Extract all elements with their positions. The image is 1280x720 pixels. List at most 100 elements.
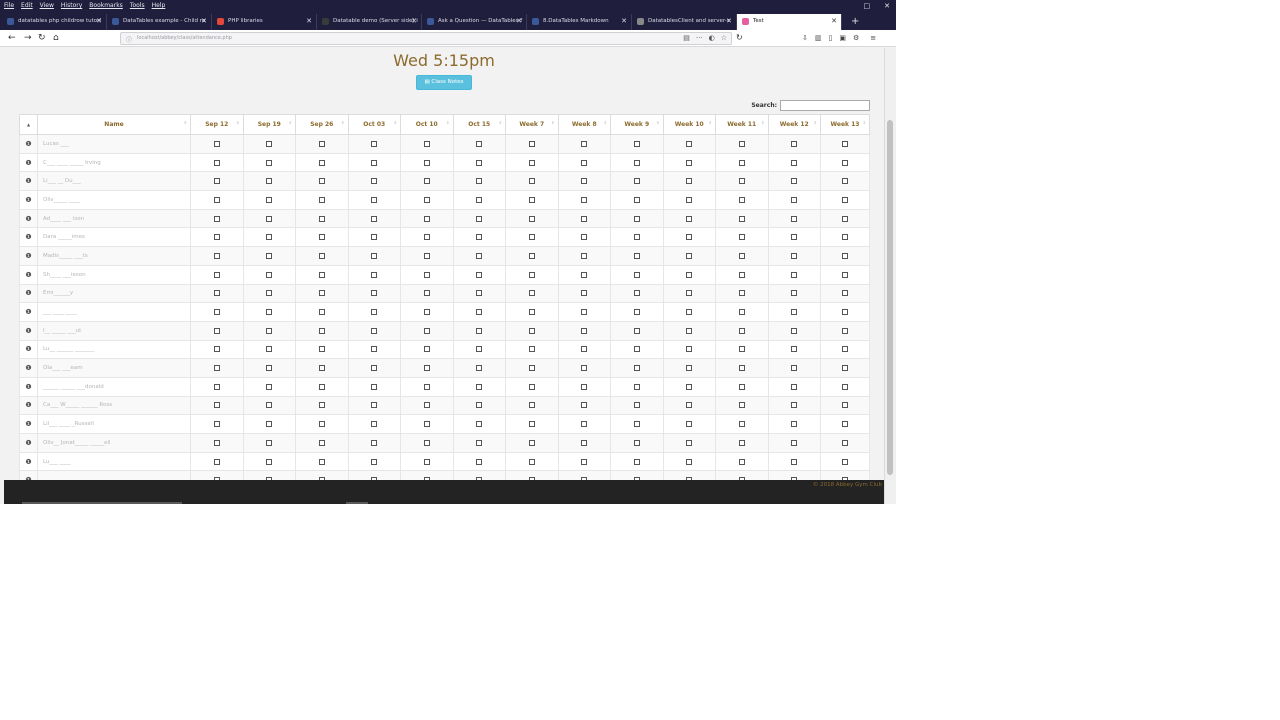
attendance-checkbox[interactable] <box>266 290 273 297</box>
attendance-checkbox[interactable] <box>213 252 220 259</box>
menu-icon[interactable]: ≡ <box>870 32 876 44</box>
attendance-checkbox[interactable] <box>213 383 220 390</box>
attendance-checkbox[interactable] <box>686 402 693 409</box>
attendance-checkbox[interactable] <box>581 234 588 241</box>
attendance-checkbox[interactable] <box>266 271 273 278</box>
browser-tab[interactable]: Test ✕ <box>737 14 842 30</box>
attendance-checkbox[interactable] <box>738 196 745 203</box>
attendance-checkbox[interactable] <box>738 309 745 316</box>
menu-item[interactable]: View <box>40 1 54 11</box>
attendance-checkbox[interactable] <box>423 458 430 465</box>
page-actions-icon[interactable]: ··· <box>696 33 703 44</box>
attendance-checkbox[interactable] <box>738 402 745 409</box>
attendance-checkbox[interactable] <box>423 327 430 334</box>
attendance-checkbox[interactable] <box>791 421 798 428</box>
attendance-checkbox[interactable] <box>213 196 220 203</box>
attendance-checkbox[interactable] <box>423 290 430 297</box>
close-tab-icon[interactable]: ✕ <box>831 14 837 29</box>
attendance-checkbox[interactable] <box>686 439 693 446</box>
scrollbar-thumb[interactable] <box>887 120 893 475</box>
attendance-checkbox[interactable] <box>318 402 325 409</box>
attendance-checkbox[interactable] <box>686 458 693 465</box>
attendance-checkbox[interactable] <box>791 234 798 241</box>
attendance-checkbox[interactable] <box>791 140 798 147</box>
attendance-checkbox[interactable] <box>842 215 848 222</box>
attendance-checkbox[interactable] <box>318 178 325 185</box>
url-bar[interactable]: ⓘ localhost/abbey/class/attendance.php ▤… <box>120 32 732 45</box>
attendance-checkbox[interactable] <box>528 309 535 316</box>
column-header[interactable]: Week 11 ⇕ <box>715 114 769 135</box>
attendance-checkbox[interactable] <box>633 458 640 465</box>
attendance-checkbox[interactable] <box>633 421 640 428</box>
attendance-checkbox[interactable] <box>318 309 325 316</box>
attendance-checkbox[interactable] <box>318 159 325 166</box>
attendance-checkbox[interactable] <box>213 309 220 316</box>
attendance-checkbox[interactable] <box>633 159 640 166</box>
attendance-checkbox[interactable] <box>528 458 535 465</box>
attendance-checkbox[interactable] <box>528 252 535 259</box>
attendance-checkbox[interactable] <box>842 196 848 203</box>
attendance-checkbox[interactable] <box>686 215 693 222</box>
info-icon[interactable]: ❶ <box>19 171 38 192</box>
attendance-checkbox[interactable] <box>371 346 378 353</box>
attendance-checkbox[interactable] <box>581 327 588 334</box>
attendance-checkbox[interactable] <box>318 215 325 222</box>
attendance-checkbox[interactable] <box>738 252 745 259</box>
attendance-checkbox[interactable] <box>581 421 588 428</box>
attendance-checkbox[interactable] <box>423 271 430 278</box>
info-icon[interactable]: ❶ <box>19 433 38 453</box>
attendance-checkbox[interactable] <box>318 196 325 203</box>
attendance-checkbox[interactable] <box>686 252 693 259</box>
attendance-checkbox[interactable] <box>423 402 430 409</box>
attendance-checkbox[interactable] <box>528 402 535 409</box>
attendance-checkbox[interactable] <box>842 309 848 316</box>
close-tab-icon[interactable]: ✕ <box>411 14 417 29</box>
info-icon[interactable]: ❶ <box>19 451 38 472</box>
info-icon[interactable]: ❶ <box>19 208 38 229</box>
attendance-checkbox[interactable] <box>842 439 848 446</box>
menu-item[interactable]: Help <box>152 1 166 11</box>
attendance-checkbox[interactable] <box>423 346 430 353</box>
attendance-checkbox[interactable] <box>738 365 745 372</box>
attendance-checkbox[interactable] <box>476 196 483 203</box>
column-header[interactable]: Week 8 ⇕ <box>557 114 611 135</box>
attendance-checkbox[interactable] <box>423 196 430 203</box>
attendance-checkbox[interactable] <box>738 327 745 334</box>
attendance-checkbox[interactable] <box>423 383 430 390</box>
attendance-checkbox[interactable] <box>213 215 220 222</box>
attendance-checkbox[interactable] <box>686 365 693 372</box>
menu-item[interactable]: File <box>4 1 14 11</box>
column-header[interactable]: Week 12 ⇕ <box>767 114 821 135</box>
attendance-checkbox[interactable] <box>633 327 640 334</box>
attendance-checkbox[interactable] <box>842 458 848 465</box>
attendance-checkbox[interactable] <box>423 309 430 316</box>
attendance-checkbox[interactable] <box>528 365 535 372</box>
attendance-checkbox[interactable] <box>686 327 693 334</box>
attendance-checkbox[interactable] <box>842 346 848 353</box>
attendance-checkbox[interactable] <box>581 365 588 372</box>
attendance-checkbox[interactable] <box>528 327 535 334</box>
attendance-checkbox[interactable] <box>318 421 325 428</box>
attendance-checkbox[interactable] <box>371 215 378 222</box>
attendance-checkbox[interactable] <box>581 439 588 446</box>
info-icon[interactable]: ❶ <box>19 246 38 266</box>
menu-item[interactable]: Tools <box>130 1 145 11</box>
attendance-checkbox[interactable] <box>581 196 588 203</box>
attendance-checkbox[interactable] <box>528 346 535 353</box>
attendance-checkbox[interactable] <box>371 178 378 185</box>
attendance-checkbox[interactable] <box>423 252 430 259</box>
attendance-checkbox[interactable] <box>528 421 535 428</box>
attendance-checkbox[interactable] <box>266 383 273 390</box>
attendance-checkbox[interactable] <box>213 290 220 297</box>
close-window-icon[interactable]: ✕ <box>884 2 890 10</box>
attendance-checkbox[interactable] <box>213 365 220 372</box>
attendance-checkbox[interactable] <box>266 402 273 409</box>
attendance-checkbox[interactable] <box>423 421 430 428</box>
attendance-checkbox[interactable] <box>633 346 640 353</box>
attendance-checkbox[interactable] <box>842 271 848 278</box>
attendance-checkbox[interactable] <box>318 234 325 241</box>
attendance-checkbox[interactable] <box>371 290 378 297</box>
attendance-checkbox[interactable] <box>476 365 483 372</box>
info-icon[interactable]: ❶ <box>19 227 38 248</box>
attendance-checkbox[interactable] <box>476 290 483 297</box>
